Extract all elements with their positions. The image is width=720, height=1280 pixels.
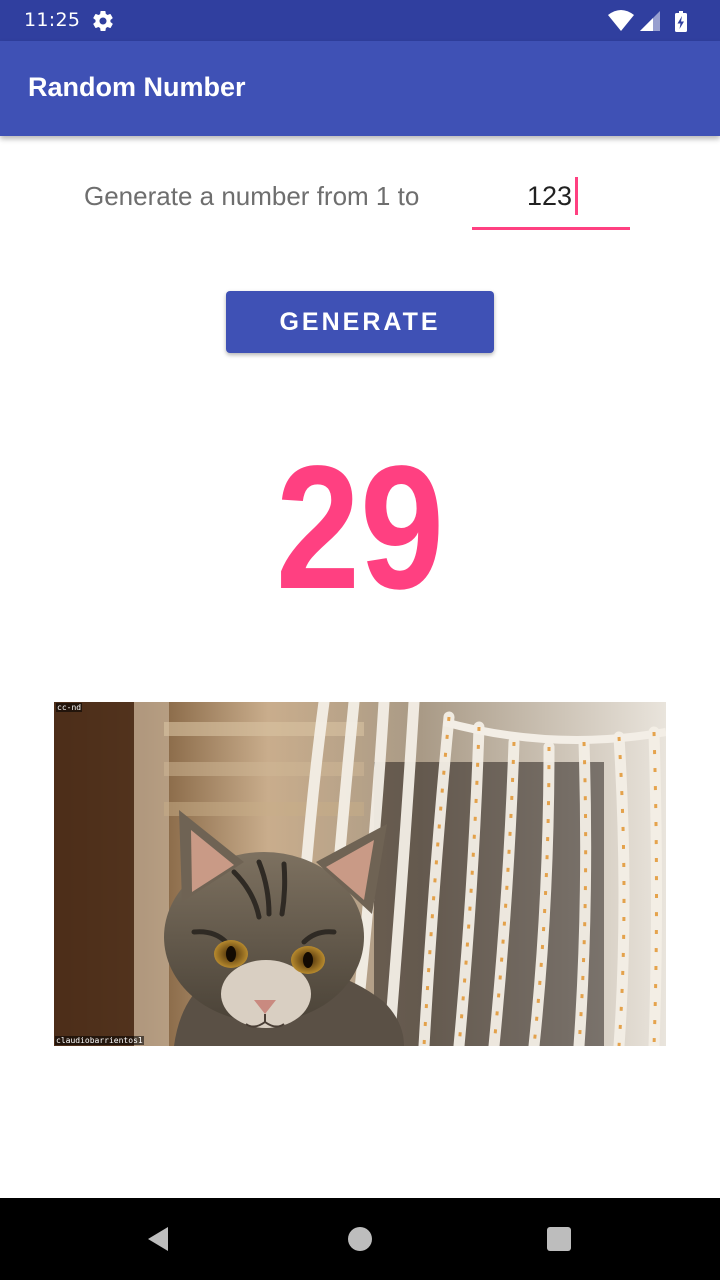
battery-icon [675, 11, 687, 32]
photo-license-label: cc-nd [56, 703, 83, 712]
text-cursor [575, 177, 578, 215]
gear-icon [93, 11, 113, 32]
app-title: Random Number [28, 72, 246, 102]
max-number-input[interactable]: 123 [472, 172, 630, 230]
status-icons [608, 10, 687, 32]
app-bar: Random Number [0, 41, 720, 136]
range-prompt-label: Generate a number from 1 to [84, 181, 420, 211]
generate-button[interactable]: GENERATE [226, 291, 494, 353]
random-number-result: 29 [275, 430, 445, 626]
status-time: 11:25 [24, 9, 81, 31]
photo-credit-label: claudiobarrientos1 [55, 1036, 144, 1045]
cat-image: cc-nd claudiobarrientos1 [54, 702, 666, 1046]
wifi-icon [608, 10, 634, 31]
status-bar: 11:25 [0, 0, 720, 41]
home-icon[interactable] [348, 1227, 372, 1251]
kitten-photo-illustration [54, 702, 666, 1046]
recents-icon[interactable] [547, 1227, 571, 1251]
max-number-value: 123 [527, 181, 573, 211]
back-icon[interactable] [146, 1226, 172, 1252]
system-nav-bar [0, 1198, 720, 1280]
